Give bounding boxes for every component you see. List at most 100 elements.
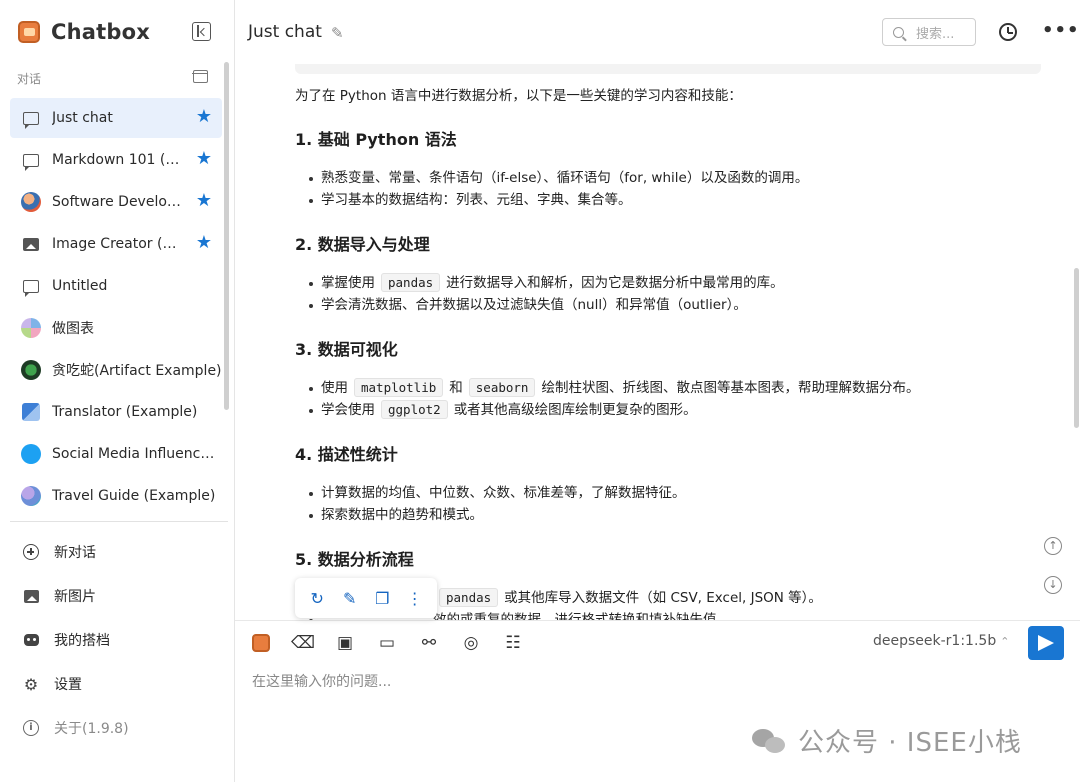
session-item-software-developer[interactable]: Software Develop... ★ xyxy=(10,182,222,222)
session-label: Untitled xyxy=(52,278,108,294)
session-label: Markdown 101 (Ex... xyxy=(52,152,184,168)
session-item-markdown-101[interactable]: Markdown 101 (Ex... ★ xyxy=(10,140,222,180)
session-item-snake[interactable]: 贪吃蛇(Artifact Example) xyxy=(10,350,222,390)
globe-avatar-icon xyxy=(20,485,42,507)
model-selector[interactable]: deepseek-r1:1.5b ⌃ xyxy=(873,633,1009,649)
bullet-list: 计算数据的均值、中位数、众数、标准差等，了解数据特征。 探索数据中的趋势和模式。 xyxy=(295,482,1035,526)
session-label: Image Creator (Ex... xyxy=(52,236,184,252)
message-intro: 为了在 Python 语言中进行数据分析，以下是一些关键的学习内容和技能： xyxy=(295,88,742,104)
image-upload-icon[interactable]: ▣ xyxy=(334,632,356,654)
more-options-icon[interactable]: ••• xyxy=(1042,20,1080,41)
session-label: Software Develop... xyxy=(52,194,184,210)
globe-icon[interactable]: ◎ xyxy=(460,632,482,654)
link-icon[interactable]: ⚯ xyxy=(418,632,440,654)
list-item: 使用 matplotlib 和 seaborn 绘制柱状图、折线图、散点图等基本图表，帮… xyxy=(295,377,1035,399)
plus-circle-icon xyxy=(22,543,40,561)
chat-bubble-icon xyxy=(20,149,42,171)
session-item-just-chat[interactable]: Just chat ★ xyxy=(10,98,222,138)
settings-sliders-icon[interactable]: ☷ xyxy=(502,632,524,654)
previous-message-bubble xyxy=(295,64,1041,74)
star-icon[interactable]: ★ xyxy=(196,233,212,253)
app-brand: Chatbox xyxy=(18,19,150,45)
snake-avatar-icon xyxy=(20,359,42,381)
inline-code: ggplot2 xyxy=(381,400,448,419)
session-item-travel-guide[interactable]: Travel Guide (Example) xyxy=(10,476,222,516)
composer-toolbar: ⌫ ▣ ▭ ⚯ ◎ ☷ xyxy=(250,632,544,654)
gear-icon: ⚙ xyxy=(23,674,39,694)
search-icon xyxy=(893,26,904,38)
inline-code: seaborn xyxy=(468,378,536,397)
section-heading: 2. 数据导入与处理 xyxy=(295,235,430,254)
star-icon[interactable]: ★ xyxy=(196,149,212,169)
content-scrollbar[interactable] xyxy=(1074,268,1079,428)
session-item-untitled[interactable]: Untitled xyxy=(10,266,222,306)
bullet-list: 熟悉变量、常量、条件语句（if-else）、循环语句（for, while）以及… xyxy=(295,167,1035,211)
list-item: 学习基本的数据结构：列表、元组、字典、集合等。 xyxy=(295,189,1035,211)
chat-title: Just chat xyxy=(248,22,322,42)
history-icon[interactable] xyxy=(999,23,1017,41)
session-label: Travel Guide (Example) xyxy=(52,488,216,504)
app-name: Chatbox xyxy=(51,20,150,44)
new-image-label: 新图片 xyxy=(54,589,96,605)
sidebar-scrollbar[interactable] xyxy=(224,62,229,410)
settings-button[interactable]: ⚙ 设置 xyxy=(10,662,222,706)
section-heading: 1. 基础 Python 语法 xyxy=(295,130,457,149)
list-item: 学会清洗数据、合并数据以及过滤缺失值（null）和异常值（outlier）。 xyxy=(295,294,1035,316)
archive-icon[interactable] xyxy=(192,70,208,83)
chatbox-logo-icon xyxy=(18,21,40,43)
my-copilots-label: 我的搭档 xyxy=(54,633,110,649)
my-copilots-button[interactable]: 我的搭档 xyxy=(10,618,222,662)
session-label: Translator (Example) xyxy=(52,404,198,420)
list-item: 探索数据中的趋势和模式。 xyxy=(295,504,1035,526)
conversations-section-label: 对话 xyxy=(17,72,42,86)
star-icon[interactable]: ★ xyxy=(196,191,212,211)
chart-avatar-icon xyxy=(20,317,42,339)
eraser-icon[interactable]: ⌫ xyxy=(291,632,315,654)
about-label: 关于(1.9.8) xyxy=(54,721,129,737)
session-item-social-media[interactable]: Social Media Influencer ... xyxy=(10,434,222,474)
section-heading: 3. 数据可视化 xyxy=(295,340,398,359)
session-label: 贪吃蛇(Artifact Example) xyxy=(52,363,222,379)
assistant-message: 为了在 Python 语言中进行数据分析，以下是一些关键的学习内容和技能： 1.… xyxy=(295,84,1035,620)
list-item: 计算数据的均值、中位数、众数、标准差等，了解数据特征。 xyxy=(295,482,1035,504)
about-button[interactable]: i 关于(1.9.8) xyxy=(10,706,222,750)
search-placeholder: 搜索... xyxy=(916,26,955,42)
new-image-button[interactable]: 新图片 xyxy=(10,574,222,618)
scroll-up-icon[interactable]: ↑ xyxy=(1044,537,1062,555)
session-list: Just chat ★ Markdown 101 (Ex... ★ Softwa… xyxy=(10,98,222,518)
twitter-icon xyxy=(20,443,42,465)
edit-title-icon[interactable]: ✎ xyxy=(331,24,344,42)
list-item: 掌握使用 pandas 进行数据导入和解析，因为它是数据分析中最常用的库。 xyxy=(295,272,1035,294)
wechat-icon xyxy=(752,727,788,755)
new-chat-label: 新对话 xyxy=(54,545,96,561)
session-item-translator[interactable]: Translator (Example) xyxy=(10,392,222,432)
copy-icon[interactable]: ❐ xyxy=(371,589,393,608)
section-heading: 4. 描述性统计 xyxy=(295,445,398,464)
session-item-image-creator[interactable]: Image Creator (Ex... ★ xyxy=(10,224,222,264)
session-label: Just chat xyxy=(52,110,113,126)
sidebar: Chatbox 对话 Just chat ★ Markdown 101 (Ex.… xyxy=(0,0,235,782)
sidebar-actions: 新对话 新图片 我的搭档 ⚙ 设置 i 关于(1.9.8) xyxy=(10,530,222,750)
regenerate-icon[interactable]: ↻ xyxy=(306,589,328,608)
inline-code: pandas xyxy=(439,588,499,607)
new-image-icon xyxy=(22,587,40,605)
inline-code: matplotlib xyxy=(354,378,444,397)
list-item: 学会使用 ggplot2 或者其他高级绘图库绘制更复杂的图形。 xyxy=(295,399,1035,421)
settings-label: 设置 xyxy=(54,677,82,693)
chevron-updown-icon: ⌃ xyxy=(1000,635,1010,648)
more-vertical-icon[interactable]: ⋮ xyxy=(404,589,426,608)
star-icon[interactable]: ★ xyxy=(196,107,212,127)
new-chat-button[interactable]: 新对话 xyxy=(10,530,222,574)
bullet-list: 掌握使用 pandas 进行数据导入和解析，因为它是数据分析中最常用的库。 学会清洗… xyxy=(295,272,1035,316)
folder-icon[interactable]: ▭ xyxy=(376,632,398,654)
collapse-sidebar-icon[interactable] xyxy=(192,22,211,41)
edit-icon[interactable]: ✎ xyxy=(339,589,361,608)
send-button[interactable] xyxy=(1028,626,1064,660)
chatbox-small-logo-icon[interactable] xyxy=(250,632,272,654)
scroll-down-icon[interactable]: ↓ xyxy=(1044,576,1062,594)
search-input[interactable]: 搜索... xyxy=(882,18,976,46)
inline-code: pandas xyxy=(381,273,441,292)
message-action-toolbar: ↻ ✎ ❐ ⋮ xyxy=(295,578,437,618)
session-item-chart[interactable]: 做图表 xyxy=(10,308,222,348)
message-input[interactable]: 在这里输入你的问题... xyxy=(252,671,391,691)
